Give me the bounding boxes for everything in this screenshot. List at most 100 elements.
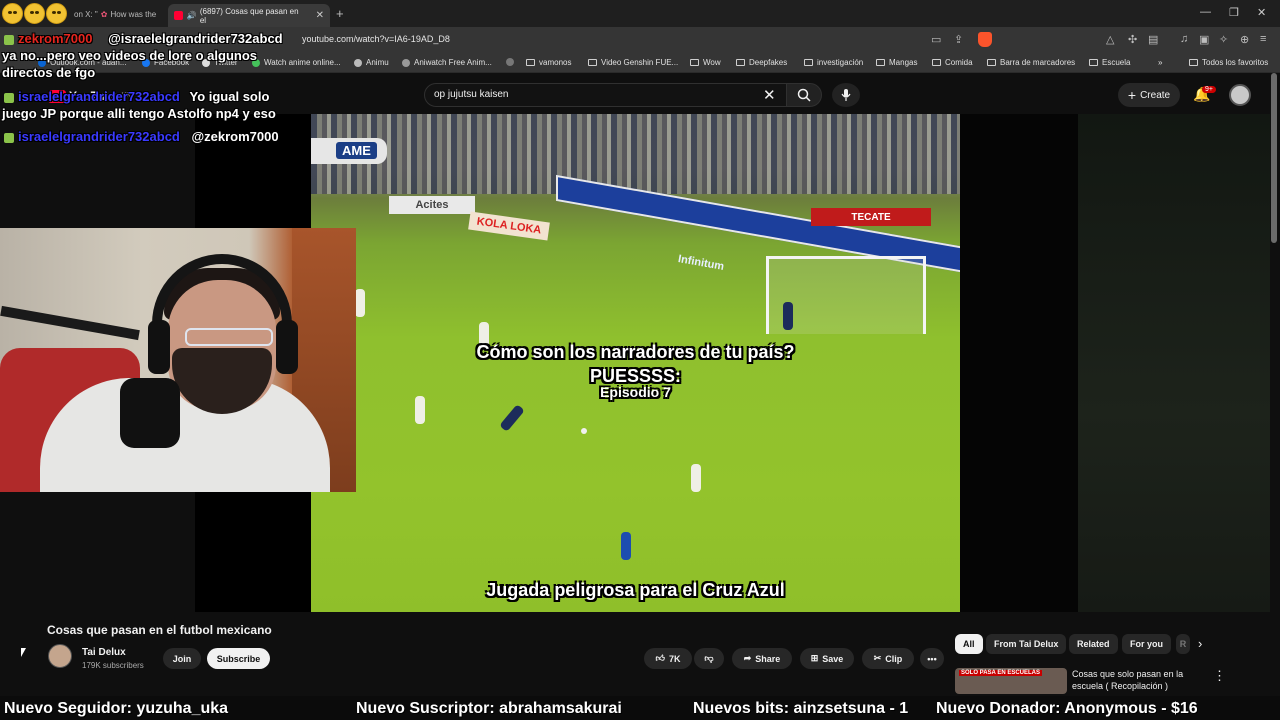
bookmark-item[interactable]: Watch anime online... xyxy=(252,58,341,67)
chat-username: zekrom7000 xyxy=(18,31,93,46)
menu-icon[interactable]: ≡ xyxy=(1260,33,1266,45)
more-actions-button[interactable]: ••• xyxy=(920,648,944,669)
clear-search-icon[interactable]: ✕ xyxy=(763,86,776,104)
mouse-cursor-icon xyxy=(21,648,26,657)
bookmark-folder[interactable]: Wow xyxy=(690,58,721,67)
chevron-right-icon[interactable]: › xyxy=(1198,636,1202,651)
folder-icon xyxy=(987,59,996,66)
headset-earcup xyxy=(276,320,298,374)
channel-avatar[interactable] xyxy=(48,644,72,668)
notification-count-badge: 9+ xyxy=(1202,86,1216,93)
thumbs-up-icon: 👍︎ xyxy=(655,653,665,663)
url-field[interactable]: youtube.com/watch?v=IA6-19AD_D8 xyxy=(302,34,450,44)
bookmark-label: vamonos xyxy=(539,58,572,67)
search-button[interactable] xyxy=(786,83,822,107)
speaker-icon: 🔊 xyxy=(186,11,197,20)
globe-icon xyxy=(354,58,362,67)
more-bookmarks-icon[interactable]: » xyxy=(1158,58,1162,67)
scissors-icon: ✂ xyxy=(873,653,882,663)
share-button[interactable]: ➦ Share xyxy=(732,648,792,669)
chip-related[interactable]: Related xyxy=(1069,634,1118,654)
bookmark-folder[interactable]: Mangas xyxy=(876,58,917,67)
bookmark-label: Comida xyxy=(945,58,973,67)
chip-all[interactable]: All xyxy=(955,634,983,654)
ticker-follower: Nuevo Seguidor: yuzuha_uka xyxy=(4,700,229,717)
share-page-icon[interactable]: ⇪ xyxy=(954,33,963,46)
dislike-button[interactable]: 👎︎ xyxy=(694,648,724,669)
voice-search-button[interactable] xyxy=(832,83,860,107)
recommended-thumbnail[interactable]: SOLO PASA EN ESCUELAS xyxy=(955,668,1067,694)
close-window-icon[interactable]: ✕ xyxy=(1257,6,1266,19)
bookmark-item[interactable] xyxy=(506,58,518,66)
bookmark-folder[interactable]: Barra de marcadores xyxy=(987,58,1075,67)
maximize-icon[interactable]: ❐ xyxy=(1229,6,1239,19)
new-tab-button[interactable]: + xyxy=(336,6,344,21)
bookmark-label: Deepfakes xyxy=(749,58,788,67)
account-avatar[interactable] xyxy=(1229,84,1251,106)
bookmark-folder[interactable]: Comida xyxy=(932,58,973,67)
microphone xyxy=(120,378,180,448)
folder-icon xyxy=(736,59,745,66)
vpn-icon[interactable]: ⊕ xyxy=(1240,33,1249,46)
thumbs-down-icon: 👎︎ xyxy=(704,653,714,663)
wallet-icon[interactable]: ▣ xyxy=(1199,33,1209,46)
emoji-faces-overlay xyxy=(2,3,67,24)
clip-button[interactable]: ✂ Clip xyxy=(862,648,914,669)
bookmark-item[interactable]: Aniwatch Free Anim... xyxy=(402,58,492,67)
extensions-icon[interactable]: ✣ xyxy=(1128,33,1137,46)
streamer-webcam xyxy=(0,228,356,492)
thumbnail-text: SOLO PASA EN ESCUELAS xyxy=(959,670,1043,676)
join-button[interactable]: Join xyxy=(163,648,201,669)
chat-badge-icon xyxy=(4,132,14,143)
player-figure xyxy=(499,404,525,432)
save-button[interactable]: ⊞ Save xyxy=(800,648,854,669)
overlay-caption: Jugada peligrosa para el Cruz Azul xyxy=(486,580,785,600)
browser-tab[interactable]: on X: " ✿ How was the xyxy=(68,4,162,24)
like-button[interactable]: 👍︎ 7K xyxy=(644,648,692,669)
overlay-title: Cómo son los narradores de tu país? xyxy=(476,342,795,362)
search-input[interactable]: op jujutsu kaisen xyxy=(434,89,509,100)
leo-icon[interactable]: ✧ xyxy=(1219,33,1228,46)
recommended-title[interactable]: Cosas que solo pasan en la escuela ( Rec… xyxy=(1072,668,1197,692)
bookmark-label: Video Genshin FUE... xyxy=(601,58,679,67)
bookmark-folder[interactable]: Escuela xyxy=(1089,58,1130,67)
folder-icon xyxy=(690,59,699,66)
sidebar-icon[interactable]: ▤ xyxy=(1148,33,1158,46)
bookmark-item[interactable]: Animu xyxy=(354,58,389,67)
chat-message-text: Yo igual solo xyxy=(189,89,270,104)
bookmark-folder[interactable]: Video Genshin FUE... xyxy=(588,58,678,67)
folder-icon xyxy=(804,59,813,66)
bookmark-folder[interactable]: vamonos xyxy=(526,58,571,67)
folder-icon xyxy=(526,59,535,66)
overlay-episode: Episodio 7 xyxy=(600,384,671,400)
bookmark-label: Todos los favoritos xyxy=(1202,58,1269,67)
face-emoji-icon xyxy=(2,3,23,24)
tab-label: (6897) Cosas que pasan en el xyxy=(199,6,299,25)
more-vert-icon[interactable]: ⋮ xyxy=(1213,668,1226,684)
channel-name[interactable]: Tai Delux xyxy=(82,647,126,658)
chip-from-channel[interactable]: From Tai Delux xyxy=(986,634,1067,654)
cast-icon[interactable]: ▭ xyxy=(931,33,941,46)
bookmark-folder[interactable]: investigación xyxy=(804,58,863,67)
minimize-icon[interactable]: — xyxy=(1200,6,1211,18)
browser-tab-active[interactable]: 🔊 (6897) Cosas que pasan en el ✕ xyxy=(168,4,330,27)
bookmark-folder[interactable]: Deepfakes xyxy=(736,58,787,67)
page-scrollbar[interactable] xyxy=(1271,73,1277,243)
ad-board: Infinitum xyxy=(677,253,725,273)
chip-partial[interactable]: R xyxy=(1176,634,1190,654)
close-tab-icon[interactable]: ✕ xyxy=(316,10,324,21)
ad-board: Acites xyxy=(389,196,475,214)
bookmark-icon: ⊞ xyxy=(810,653,819,663)
bookmark-folder[interactable]: Todos los favoritos xyxy=(1189,58,1268,67)
chip-for-you[interactable]: For you xyxy=(1122,634,1171,654)
chat-mention: @israelelgrandrider732abcd xyxy=(108,31,283,46)
bookmark-label: Barra de marcadores xyxy=(1000,58,1076,67)
chat-message: zekrom7000 @israelelgrandrider732abcd xyxy=(4,31,283,46)
create-button[interactable]: + Create xyxy=(1118,83,1180,107)
chat-message-text: ya no...pero veo videos de lore o alguno… xyxy=(2,48,258,63)
video-player[interactable]: Acites KOLA LOKA Infinitum TECATE AME Có… xyxy=(311,114,960,612)
music-icon[interactable]: ♫ xyxy=(1180,33,1188,45)
brave-shield-icon[interactable] xyxy=(978,32,992,47)
subscribe-button[interactable]: Subscribe xyxy=(207,648,270,669)
rewards-icon[interactable]: △ xyxy=(1106,33,1114,46)
